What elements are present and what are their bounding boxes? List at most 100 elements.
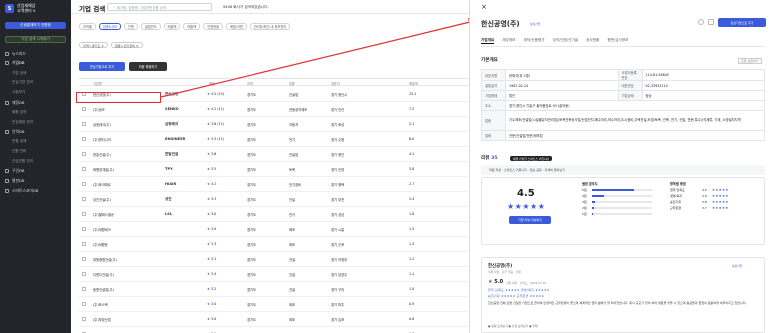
table-row[interactable]: (주)부장산업 ★ 3.0 경기도 제조 경기 김포 0.8 [79, 312, 469, 327]
write-review-button[interactable]: 기업 리뷰 작성하기 [509, 216, 551, 224]
sidebar-item[interactable]: 관심기업 관리 [12, 79, 68, 86]
row-checkbox[interactable] [82, 212, 86, 216]
row-checkbox[interactable] [82, 272, 86, 276]
sidebar-item[interactable]: 회원 검색 [12, 109, 68, 116]
company-name-cell[interactable]: 동명건설업(주) [93, 287, 114, 292]
tab-3[interactable]: 임직/인정/신기술 [553, 38, 579, 44]
filter-chip[interactable]: 업종&규모 [98, 23, 122, 30]
sidebar-item[interactable]: 인원 검색 [12, 138, 68, 145]
filter-chip[interactable]: 매출액 [183, 23, 201, 30]
company-name-cell[interactable]: 성진건설(주) [93, 197, 111, 202]
company-name-cell[interactable]: (주)대원테크 [93, 227, 111, 232]
sidebar-item[interactable]: 스마트스코어DB [5, 187, 68, 194]
row-checkbox[interactable] [82, 152, 86, 156]
row-checkbox[interactable] [82, 167, 86, 171]
table-row[interactable]: 성진건설(주) 성진 ★ 3.3 경기도 건설 경기 부천 2.4 [79, 192, 469, 207]
filter-tag[interactable]: 지역＞경기도 × [79, 42, 108, 48]
brand[interactable]: S 산업재해감 고객센터 v [5, 3, 35, 14]
sidebar-item[interactable]: 인원 관리 [12, 148, 68, 155]
column-header[interactable]: 업종 [289, 81, 295, 86]
table-row[interactable]: 대원종합건설(주) ★ 3.1 경기도 건설 경기 의정부 1.2 [79, 252, 469, 267]
table-row[interactable]: 태평양개발(주) TPY ★ 3.5 경기도 토목 경기 안양 5.8 [79, 162, 469, 177]
sidebar-item[interactable]: 구인DB [5, 168, 68, 175]
column-header[interactable]: 대표자 [331, 81, 340, 86]
table-row[interactable]: (주)엘에이치★ 3.1경기도제조경기 광주0.7 [79, 327, 469, 333]
row-checkbox[interactable] [82, 302, 86, 306]
switch-button[interactable]: 선생결재하기 전환한 [5, 22, 66, 29]
close-icon[interactable]: × [481, 3, 487, 11]
row-checkbox[interactable] [82, 227, 86, 231]
table-row[interactable]: 한일건설(주) 한일건설 ★ 3.6 경기도 건설업 경기 용인 4.1 [79, 147, 469, 162]
filter-chip[interactable]: 매출액 [163, 23, 181, 30]
sidebar-item[interactable]: 평판DB [5, 177, 68, 184]
column-header[interactable]: 지역 [247, 81, 253, 86]
row-checkbox[interactable] [82, 197, 86, 201]
sidebar-item[interactable]: 인력DB [5, 128, 68, 135]
row-checkbox[interactable] [82, 107, 86, 111]
row-checkbox[interactable] [82, 287, 86, 291]
column-header[interactable]: 매출액 [409, 81, 418, 86]
search-input[interactable]: ⌕ 회사명, 업종명, 사업자번호를 검색 [107, 3, 212, 11]
filter-chip[interactable]: 인원현황 [203, 23, 223, 30]
rating-bar [592, 213, 652, 215]
table-row[interactable]: (주)대평한 ★ 3.3 경기도 제조 경기 군포 1.3 [79, 237, 469, 252]
tab-2[interactable]: 재직/신용평가 [523, 38, 544, 44]
company-name-cell[interactable]: 한일건설(주) [93, 152, 111, 157]
review-card-links[interactable]: ● 장점 모아보기 ● 단점 모아보기 ● 전체 [488, 324, 538, 328]
table-row[interactable]: 삼정테크(주) 삼정테크 ★ 3.6 (11) 경기도 자동차 경기 화성 2.1 [79, 117, 469, 132]
sidebar-item[interactable]: 기업DB [5, 60, 68, 67]
company-name-cell[interactable]: 대원종합건설(주) [93, 257, 117, 262]
bookmark-icon[interactable] [708, 19, 714, 25]
filter-chip[interactable]: 관리자/최신 내 정보관리 [249, 23, 291, 30]
sidebar-item[interactable]: 기업 검색 [12, 70, 68, 77]
sidebar-item[interactable]: 재정DB [5, 99, 68, 106]
company-name-cell[interactable]: (주)센코 [93, 107, 105, 112]
row-checkbox[interactable] [82, 317, 86, 321]
table-row[interactable]: (주)하이에르 HIAIR ★ 3.2 경기도 전기장비 경기 평택 2.7 [79, 177, 469, 192]
follow-company-button[interactable]: 관심기업으로 추가 [718, 18, 766, 27]
filter-chip[interactable]: 설립연도 [140, 23, 161, 30]
table-row[interactable]: (주)센코 SENKO ★ 4.2 (11) 경기도 전동장치제조 경기 안산 7.2 [79, 102, 469, 117]
review-summary: 4.5 ★★★★★ 기업 리뷰 작성하기 별점 분포도 5점 4점 3점 2점 1점 항… [481, 177, 765, 245]
tab-5[interactable]: 평판/심사정보 [607, 38, 628, 44]
tab-1[interactable]: 재무정보 [502, 38, 515, 44]
table-row[interactable]: 디엔디건설(주) ★ 3.4 경기도 건설 경기 남양주 1.1 [79, 267, 469, 282]
column-header[interactable]: 기업명 [93, 81, 102, 86]
review-banner[interactable]: 직원 작성 · 스마트스 커뮤니티 · 정보 공유 · 자세히 알아보기 [481, 165, 765, 175]
tab-4[interactable]: 공사현황 [586, 38, 599, 44]
confirm-button[interactable]: 최종 확정하기 [129, 62, 167, 71]
company-name-cell[interactable]: (주)포스텍 [93, 302, 108, 307]
sidebar-item[interactable]: 뉴스피드 [5, 50, 68, 57]
company-name-cell[interactable]: (주)대평한 [93, 242, 108, 247]
row-checkbox[interactable] [82, 257, 86, 261]
tab-0[interactable]: 기업개요 [481, 38, 495, 44]
row-checkbox[interactable] [82, 182, 86, 186]
sidebar-item[interactable]: 관심재정 관리 [12, 119, 68, 126]
table-row[interactable]: (주)포스텍 ★ 3.0 경기도 제조 경기 파주 0.9 [79, 297, 469, 312]
company-name-cell[interactable]: (주)엘에스엘공 [93, 212, 114, 217]
filter-tag[interactable]: 업종＞전기장비 × [110, 42, 143, 48]
request-edit-button[interactable]: 요청 보완하기 [738, 58, 762, 64]
filter-chip[interactable]: 인원 [124, 23, 138, 30]
company-name-cell[interactable]: (주)엔지니어 [93, 137, 111, 142]
table-row[interactable]: (주)엘에스엘공 LSL ★ 3.0 경기도 전기 경기 성남 1.8 [79, 207, 469, 222]
company-name-cell[interactable]: 태평양개발(주) [93, 167, 114, 172]
table-row[interactable]: 동명건설업(주) ★ 3.2 경기도 건설 경기 구리 1.0 [79, 282, 469, 297]
company-name-cell[interactable]: (주)하이에르 [93, 182, 111, 187]
add-favorite-button[interactable]: 관심기업으로 추가 [79, 62, 125, 71]
company-name-cell[interactable]: (주)부장산업 [93, 317, 111, 322]
table-row[interactable]: (주)대원테크 ★ 3.0 경기도 제조 경기 시흥 1.5 [79, 222, 469, 237]
table-row[interactable]: (주)엔지니어 ENGINEER ★ 3.3 (11) 경기도 전기 경기 수원 6.0 [79, 132, 469, 147]
sidebar-item[interactable]: 관심인원 관리 [12, 158, 68, 165]
start-search-button[interactable]: 기업 검색 시작하기 [5, 36, 66, 43]
sidebar-item[interactable]: 시장보기 [12, 89, 68, 96]
company-name-cell[interactable]: 디엔디건설(주) [93, 272, 114, 277]
row-checkbox[interactable] [82, 242, 86, 246]
column-header[interactable]: 평점 [209, 81, 215, 86]
filter-chip[interactable]: 지역별 [79, 23, 96, 30]
share-icon[interactable] [698, 19, 704, 25]
filter-chip[interactable]: 매출/지원 [226, 23, 247, 30]
row-checkbox[interactable] [82, 137, 86, 141]
company-name-cell[interactable]: 삼정테크(주) [93, 122, 111, 127]
row-checkbox[interactable] [82, 122, 86, 126]
